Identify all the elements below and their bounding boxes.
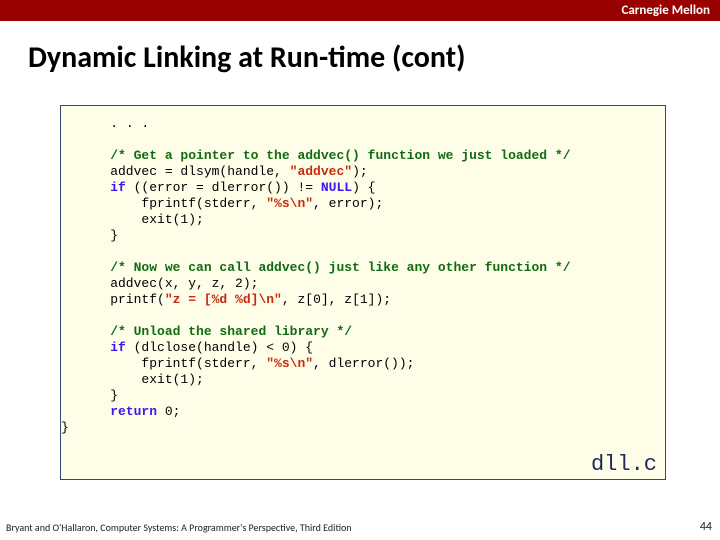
code-line: return 0; [79,404,180,419]
code-line: } [79,388,118,403]
file-label: dll.c [591,457,657,473]
slide-title: Dynamic Linking at Run-time (cont) [0,21,720,76]
code-line: printf("z = [%d %d]\n", z[0], z[1]); [79,292,391,307]
code-line: . . . [79,116,149,131]
code-line: fprintf(stderr, "%s\n", error); [79,196,383,211]
banner: Carnegie Mellon [0,0,720,21]
code-line: exit(1); [79,372,204,387]
code-line: exit(1); [79,212,204,227]
code-line: if (dlclose(handle) < 0) { [79,340,313,355]
code-line: /* Now we can call addvec() just like an… [79,260,571,275]
code-line: /* Get a pointer to the addvec() functio… [79,148,571,163]
footer-credit: Bryant and O'Hallaron, Computer Systems:… [6,521,352,534]
code-line: } [61,420,69,435]
code-line: addvec(x, y, z, 2); [79,276,258,291]
code-line: } [79,228,118,243]
code-box: . . . /* Get a pointer to the addvec() f… [60,105,666,480]
page-number: 44 [700,520,712,534]
code-line: if ((error = dlerror()) != NULL) { [79,180,376,195]
banner-label: Carnegie Mellon [621,3,710,18]
code-line: fprintf(stderr, "%s\n", dlerror()); [79,356,414,371]
code-line: addvec = dlsym(handle, "addvec"); [79,164,368,179]
code-line: /* Unload the shared library */ [79,324,352,339]
code-listing: . . . /* Get a pointer to the addvec() f… [79,116,653,436]
